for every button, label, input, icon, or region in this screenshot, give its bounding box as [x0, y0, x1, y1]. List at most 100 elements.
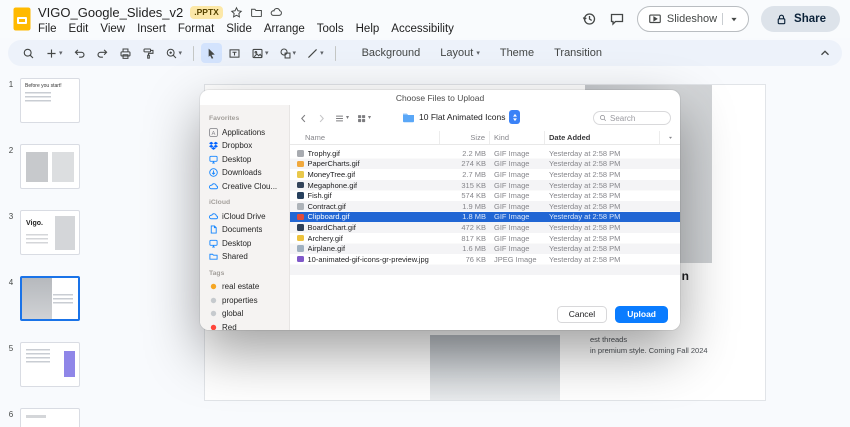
toolbar-icon[interactable]: ▾ [92, 43, 113, 63]
menu-item[interactable]: Tools [311, 22, 350, 36]
menu-item[interactable]: Accessibility [385, 22, 460, 36]
sidebar-item-label: iCloud [209, 199, 231, 207]
file-size: 76 KB [465, 254, 486, 264]
toolbar-icon[interactable]: ▾ [201, 43, 223, 63]
chevron-right-icon[interactable] [316, 113, 327, 124]
file-row[interactable]: PaperCharts.gif 274 KB GIF Image Yesterd… [290, 159, 680, 170]
column-size[interactable]: Size [440, 131, 490, 144]
sidebar-item[interactable]: properties [200, 294, 289, 308]
sidebar-item[interactable]: iCloud [200, 196, 289, 210]
sidebar-item[interactable]: Favorites [200, 112, 289, 126]
menu-item[interactable]: Edit [63, 22, 95, 36]
cloud-check-icon[interactable] [270, 6, 283, 19]
chevron-up-icon[interactable] [818, 46, 832, 60]
file-type-icon [297, 192, 304, 199]
slides-logo-icon[interactable] [13, 7, 31, 31]
sidebar-item[interactable]: iCloud Drive [200, 210, 289, 224]
file-row[interactable]: Clipboard.gif 1.8 MB GIF Image Yesterday… [290, 211, 680, 223]
slide-thumbnail[interactable] [20, 408, 80, 427]
stepper-icon[interactable] [509, 110, 521, 124]
folder-dropdown[interactable]: 10 Flat Animated Icons [402, 110, 521, 124]
sidebar-item[interactable]: Dropbox [200, 139, 289, 153]
caret-down-icon[interactable] [660, 131, 680, 144]
icloud-drive-icon [209, 212, 218, 221]
toolbar-icon[interactable]: ▾ [138, 43, 159, 63]
toolbar-button[interactable]: Transition▾ [545, 44, 611, 62]
toolbar-icon[interactable]: ▾ [275, 43, 301, 63]
chevron-left-icon[interactable] [298, 113, 309, 124]
comment-icon[interactable] [609, 11, 625, 27]
history-icon[interactable] [581, 11, 597, 27]
file-row[interactable]: Archery.gif 817 KB GIF Image Yesterday a… [290, 233, 680, 244]
file-row[interactable]: 10-animated-gif-icons-gr-preview.jpg 76 … [290, 254, 680, 265]
sidebar-item[interactable]: real estate [200, 280, 289, 294]
file-row[interactable]: MoneyTree.gif 2.7 MB GIF Image Yesterday… [290, 169, 680, 180]
topbar: VIGO_Google_Slides_v2 .PPTX File Edit View… [0, 0, 850, 38]
slideshow-button[interactable]: Slideshow [636, 6, 750, 32]
caret-down-icon: ▾ [368, 115, 372, 121]
file-row[interactable]: Megaphone.gif 315 KB GIF Image Yesterday… [290, 180, 680, 191]
file-size: 574 KB [461, 191, 486, 201]
file-row[interactable]: Trophy.gif 2.2 MB GIF Image Yesterday at… [290, 148, 680, 159]
sidebar-item[interactable]: Shared [200, 250, 289, 264]
document-title[interactable]: VIGO_Google_Slides_v2 [38, 5, 183, 20]
toolbar-button[interactable]: Background▾ [353, 44, 430, 62]
slide-body-text[interactable]: est threads in premium style. Coming Fal… [590, 334, 738, 356]
file-kind: GIF Image [494, 233, 530, 243]
file-row[interactable]: Fish.gif 574 KB GIF Image Yesterday at 2… [290, 190, 680, 201]
file-row[interactable]: Contract.gif 1.9 MB GIF Image Yesterday … [290, 201, 680, 212]
slide-thumbnail[interactable] [20, 342, 80, 387]
dialog-search[interactable] [593, 111, 671, 125]
sidebar-item[interactable]: Tags [200, 267, 289, 281]
sidebar-item[interactable]: Documents [200, 223, 289, 237]
file-list[interactable]: Trophy.gif 2.2 MB GIF Image Yesterday at… [290, 148, 680, 284]
slide-thumbnail[interactable]: Before you start! [20, 78, 80, 123]
sidebar-item[interactable]: Red [200, 321, 289, 330]
toolbar-icon[interactable]: ▾ [302, 43, 328, 63]
toolbar-icon[interactable]: ▾ [334, 45, 336, 61]
toolbar-icon[interactable]: ▾ [41, 43, 67, 63]
share-button[interactable]: Share [761, 6, 840, 32]
caret-down-icon[interactable] [722, 13, 740, 25]
sidebar-item[interactable]: Downloads [200, 166, 289, 180]
search-input[interactable] [610, 113, 665, 123]
toolbar-icon[interactable]: ▾ [115, 43, 136, 63]
slide-thumbnail[interactable]: Vigo. [20, 210, 80, 255]
file-row[interactable]: Airplane.gif 1.6 MB GIF Image Yesterday … [290, 243, 680, 254]
toolbar-icon[interactable]: ▾ [18, 43, 39, 63]
toolbar-button[interactable]: Layout ▾ [431, 44, 489, 62]
sidebar-item[interactable]: Desktop [200, 153, 289, 167]
menu-item[interactable]: View [94, 22, 131, 36]
menu-item[interactable]: Slide [220, 22, 258, 36]
folder-move-icon[interactable] [250, 6, 263, 19]
cancel-button[interactable]: Cancel [556, 306, 608, 323]
toolbar-icon[interactable]: ▾ [224, 43, 245, 63]
menu-item[interactable]: Insert [131, 22, 172, 36]
toolbar-icon[interactable]: ▾ [161, 43, 187, 63]
slide-thumbnail[interactable] [20, 276, 80, 321]
list-view-control[interactable]: ▾ [334, 113, 349, 124]
column-name[interactable]: Name [290, 131, 440, 144]
file-kind: GIF Image [494, 244, 530, 254]
upload-button[interactable]: Upload [615, 306, 668, 323]
toolbar-icon[interactable]: ▾ [193, 45, 195, 61]
sidebar-item[interactable]: A Applications [200, 126, 289, 140]
column-kind[interactable]: Kind [490, 131, 545, 144]
menu-item[interactable]: File [32, 22, 63, 36]
icon-view-control[interactable]: ▾ [356, 113, 371, 124]
menu-item[interactable]: Format [172, 22, 220, 36]
sidebar-item[interactable]: global [200, 307, 289, 321]
toolbar-icon[interactable]: ▾ [247, 43, 273, 63]
sidebar-item[interactable]: Creative Clou... [200, 180, 289, 194]
menu-item[interactable]: Help [350, 22, 386, 36]
toolbar-icon[interactable]: ▾ [69, 43, 90, 63]
file-date-added: Yesterday at 2:58 PM [549, 233, 621, 243]
sidebar-item[interactable]: Desktop [200, 237, 289, 251]
menu-item[interactable]: Arrange [258, 22, 311, 36]
column-date-added[interactable]: Date Added [545, 131, 660, 144]
toolbar-button[interactable]: Theme▾ [491, 44, 543, 62]
file-row[interactable]: BoardChart.gif 472 KB GIF Image Yesterda… [290, 222, 680, 233]
slide-image-bottom[interactable] [430, 335, 560, 400]
slide-thumbnail[interactable] [20, 144, 80, 189]
star-icon[interactable] [230, 6, 243, 19]
